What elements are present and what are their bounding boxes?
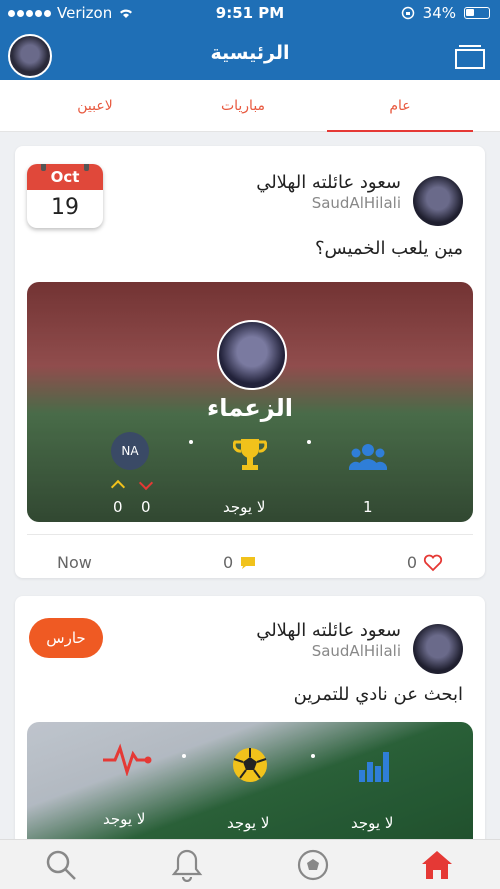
members-icon — [349, 444, 387, 470]
player-banner[interactable]: لا يوجد لا يوجد لا يوجد — [27, 722, 473, 842]
post-author[interactable]: سعود عائلته الهلالي SaudAlHilali — [256, 620, 401, 660]
author-avatar[interactable] — [413, 176, 463, 226]
status-bar: Verizon 9:51 PM 34% — [0, 0, 500, 26]
rating-badge: NA — [111, 432, 149, 470]
heartbeat-icon — [103, 743, 152, 776]
top-bar: Verizon 9:51 PM 34% الرئيسية — [0, 0, 500, 80]
stat-left: لا يوجد — [103, 810, 146, 828]
calendar-day: 19 — [51, 195, 79, 220]
home-icon[interactable] — [420, 848, 454, 882]
post-author[interactable]: سعود عائلته الهلالي SaudAlHilali — [256, 172, 401, 212]
page-title: الرئيسية — [210, 42, 290, 64]
author-name: سعود عائلته الهلالي — [256, 172, 401, 193]
comments-button[interactable]: 0 — [223, 553, 257, 572]
soccer-ball-icon — [233, 748, 267, 782]
like-count: 0 — [406, 553, 417, 572]
stat-right: لا يوجد — [351, 814, 394, 832]
gallery-icon[interactable] — [454, 42, 486, 70]
trophy-value: لا يوجد — [223, 498, 266, 516]
post-card[interactable]: Oct 19 سعود عائلته الهلالي SaudAlHilali … — [15, 146, 485, 578]
bottom-nav — [0, 839, 500, 889]
author-avatar[interactable] — [413, 624, 463, 674]
stat-middle: لا يوجد — [227, 814, 270, 832]
battery-percent: 34% — [422, 4, 456, 22]
author-handle: SaudAlHilali — [311, 194, 401, 212]
tab-bar: عام مباريات لاعبين — [0, 80, 500, 132]
tab-matches[interactable]: مباريات — [170, 80, 316, 132]
post-time: Now — [57, 553, 92, 572]
down-count: 0 — [141, 498, 151, 516]
battery-icon — [464, 7, 490, 19]
calendar-month: Oct — [27, 164, 103, 190]
author-handle: SaudAlHilali — [311, 642, 401, 660]
post-footer: Now 0 0 — [27, 534, 473, 590]
post-text: ابحث عن نادي للتمرين — [293, 684, 463, 705]
calendar-icon: Oct 19 — [27, 164, 103, 228]
heart-icon — [423, 554, 443, 571]
post-card[interactable]: حارس سعود عائلته الهلالي SaudAlHilali اب… — [15, 596, 485, 846]
trophy-icon — [233, 439, 267, 470]
comment-count: 0 — [223, 553, 234, 572]
rotation-lock-icon — [401, 6, 414, 20]
team-name: الزعماء — [207, 394, 293, 422]
tab-players[interactable]: لاعبين — [22, 80, 168, 132]
team-logo — [217, 320, 287, 390]
status-right: 34% — [401, 4, 490, 22]
position-badge: حارس — [29, 618, 103, 658]
bell-icon[interactable] — [170, 848, 204, 882]
comment-icon — [241, 556, 256, 569]
like-button[interactable]: 0 — [407, 553, 443, 572]
search-icon[interactable] — [44, 848, 78, 882]
team-banner[interactable]: الزعماء NA 0 0 لا يوجد 1 — [27, 282, 473, 522]
author-name: سعود عائلته الهلالي — [256, 620, 401, 641]
post-text: مين يلعب الخميس؟ — [315, 238, 463, 259]
stats-icon — [359, 752, 389, 782]
members-value: 1 — [363, 498, 373, 516]
soccer-ball-icon[interactable] — [296, 848, 330, 882]
tab-general[interactable]: عام — [327, 80, 473, 132]
up-count: 0 — [113, 498, 123, 516]
